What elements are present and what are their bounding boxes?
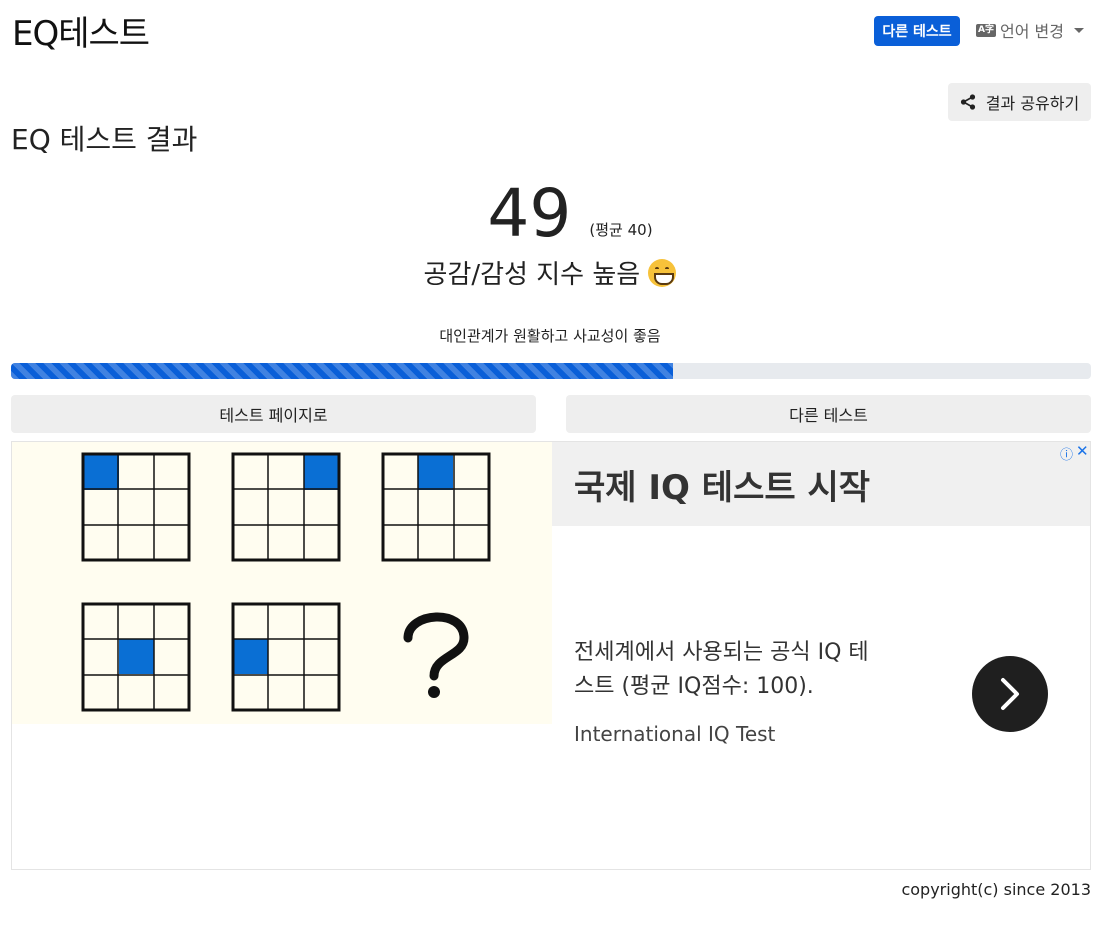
result-description: 대인관계가 원활하고 사교성이 좋음 (439, 327, 661, 345)
language-dropdown[interactable]: A字 언어 변경 (976, 18, 1084, 42)
copyright: copyright(c) since 2013 (901, 880, 1091, 899)
share-label: 결과 공유하기 (985, 94, 1080, 113)
grinning-face-icon (648, 259, 677, 287)
language-label: 언어 변경 (1000, 22, 1064, 41)
score-progress-fill (11, 363, 674, 379)
average-score: (평균 40) (589, 221, 653, 239)
chevron-right-icon (1001, 678, 1019, 710)
test-page-button[interactable]: 테스트 페이지로 (11, 395, 536, 433)
score-progress-bar (11, 363, 1091, 379)
translate-icon: A字 (976, 23, 996, 37)
ad-info-icon[interactable]: ⓘ (1060, 444, 1073, 463)
chevron-down-icon (1073, 27, 1084, 33)
ad-open-button[interactable] (972, 656, 1048, 732)
share-icon (960, 94, 975, 110)
other-test-header-button[interactable]: 다른 테스트 (874, 16, 960, 46)
ad-close-icon[interactable]: ✕ (1076, 442, 1089, 460)
result-level: 공감/감성 지수 높음 (0, 254, 1100, 291)
ad-advertiser: International IQ Test (574, 722, 776, 746)
share-result-button[interactable]: 결과 공유하기 (948, 83, 1091, 121)
ad-title[interactable]: 국제 IQ 테스트 시작 (574, 460, 870, 509)
iq-puzzle-grid-image (81, 452, 491, 712)
result-level-text: 공감/감성 지수 높음 (423, 260, 641, 290)
site-brand[interactable]: EQ테스트 (12, 6, 150, 55)
advertisement[interactable]: 국제 IQ 테스트 시작 전세계에서 사용되는 공식 IQ 테스트 (평균 IQ… (11, 441, 1091, 870)
result-title: EQ 테스트 결과 (11, 123, 198, 156)
other-test-button[interactable]: 다른 테스트 (566, 395, 1091, 433)
ad-puzzle-image[interactable] (12, 442, 552, 724)
eq-score: 49 (487, 175, 572, 252)
score-block: 49 (평균 40) (0, 176, 1100, 252)
ad-body-text: 전세계에서 사용되는 공식 IQ 테스트 (평균 IQ점수: 100). (574, 640, 869, 699)
